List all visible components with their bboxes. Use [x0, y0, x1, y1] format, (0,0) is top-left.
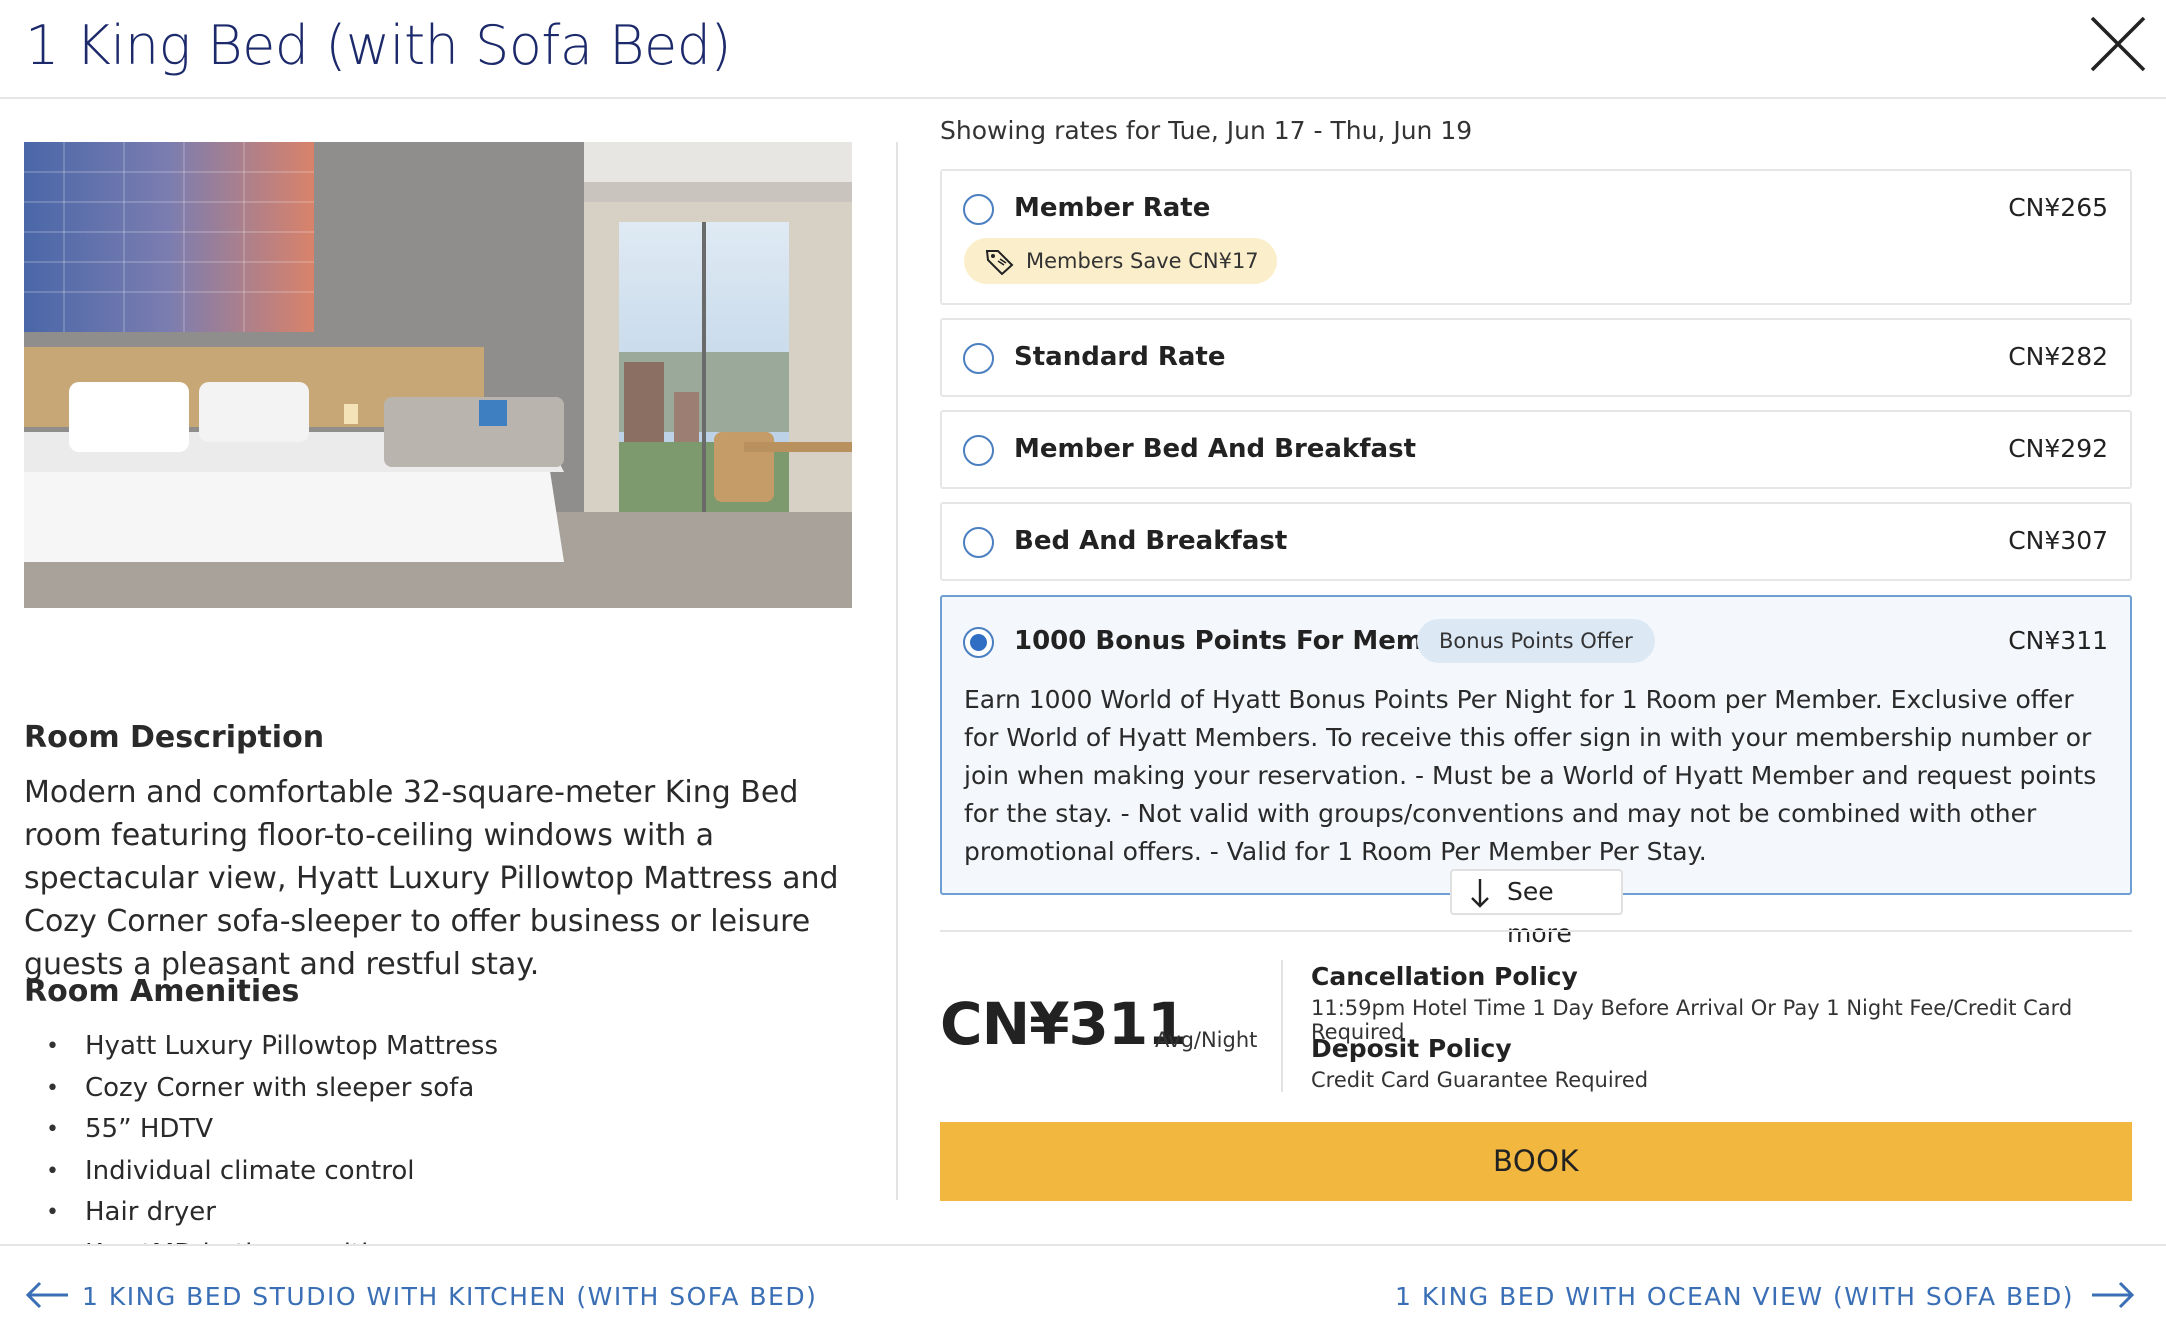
- total-price: CN¥311: [940, 990, 1188, 1058]
- list-item: Individual climate control: [24, 1151, 854, 1193]
- room-description: Modern and comfortable 32-square-meter K…: [24, 775, 839, 982]
- deposit-policy-text: Credit Card Guarantee Required: [1311, 1068, 1649, 1092]
- rate-price: CN¥307: [2008, 526, 2108, 555]
- rate-radio[interactable]: [963, 527, 994, 558]
- rate-description: Earn 1000 World of Hyatt Bonus Points Pe…: [964, 685, 2097, 866]
- room-title: 1 King Bed (with Sofa Bed): [25, 14, 732, 77]
- rate-price: CN¥282: [2008, 342, 2108, 371]
- rate-option-member-bed-and-breakfast[interactable]: Member Bed And Breakfast CN¥292: [940, 410, 2132, 489]
- column-divider: [896, 142, 898, 1200]
- members-save-text: Members Save CN¥17: [1026, 249, 1259, 273]
- previous-room-link[interactable]: 1 KING BED STUDIO WITH KITCHEN (WITH SOF…: [82, 1282, 817, 1311]
- room-description-heading: Room Description: [24, 720, 325, 755]
- deposit-policy-title: Deposit Policy: [1311, 1034, 1512, 1063]
- list-item: Hair dryer: [24, 1192, 854, 1234]
- arrow-down-icon: [1471, 879, 1489, 908]
- list-item: Hyatt Luxury Pillowtop Mattress: [24, 1026, 854, 1068]
- close-button[interactable]: [2086, 12, 2150, 76]
- rate-name: Standard Rate: [1014, 342, 1226, 372]
- tag-icon: [985, 250, 1014, 275]
- bonus-points-badge: Bonus Points Offer: [1417, 619, 1655, 663]
- see-more-label: See more: [1507, 877, 1572, 948]
- rate-radio[interactable]: [963, 194, 994, 225]
- rates-date-range: Showing rates for Tue, Jun 17 - Thu, Jun…: [940, 116, 1473, 145]
- rate-radio[interactable]: [963, 343, 994, 374]
- room-navigation-footer: 1 KING BED STUDIO WITH KITCHEN (WITH SOF…: [0, 1244, 2166, 1342]
- rate-name: Bed And Breakfast: [1014, 526, 1288, 556]
- rate-price: CN¥265: [2008, 193, 2108, 222]
- amenities-list: Hyatt Luxury Pillowtop Mattress Cozy Cor…: [24, 1026, 854, 1244]
- members-save-badge: Members Save CN¥17: [964, 238, 1277, 284]
- rate-option-bonus-points[interactable]: 1000 Bonus Points For Members Bonus Poin…: [940, 595, 2132, 895]
- room-details[interactable]: Room Description Modern and comfortable …: [0, 700, 880, 1244]
- close-icon[interactable]: [2086, 12, 2150, 76]
- modal-header: 1 King Bed (with Sofa Bed): [0, 0, 2166, 99]
- see-more-button[interactable]: See more: [1450, 869, 1623, 948]
- rate-option-member-rate[interactable]: Member Rate CN¥265 Members Save CN¥17: [940, 169, 2132, 305]
- book-button[interactable]: BOOK: [940, 1122, 2132, 1201]
- room-photo: [24, 142, 852, 608]
- arrow-left-icon[interactable]: [24, 1279, 70, 1311]
- list-item: Cozy Corner with sleeper sofa: [24, 1068, 854, 1110]
- policy-divider: [1281, 960, 1283, 1092]
- next-room-link[interactable]: 1 KING BED WITH OCEAN VIEW (WITH SOFA BE…: [1395, 1282, 2074, 1311]
- rate-price: CN¥292: [2008, 434, 2108, 463]
- room-amenities-heading: Room Amenities: [24, 974, 300, 1009]
- avg-night-label: Avg/Night: [1155, 1028, 1258, 1052]
- summary-divider: [940, 930, 2132, 932]
- rate-price: CN¥311: [2008, 626, 2108, 655]
- rate-name: Member Rate: [1014, 193, 1211, 223]
- arrow-right-icon[interactable]: [2090, 1279, 2136, 1311]
- list-item: KrystMD bath amenities: [24, 1234, 854, 1245]
- rate-name: Member Bed And Breakfast: [1014, 434, 1416, 464]
- rate-option-standard-rate[interactable]: Standard Rate CN¥282: [940, 318, 2132, 397]
- rate-option-bed-and-breakfast[interactable]: Bed And Breakfast CN¥307: [940, 502, 2132, 581]
- rate-radio[interactable]: [963, 435, 994, 466]
- rate-radio-selected[interactable]: [963, 627, 994, 658]
- list-item: 55” HDTV: [24, 1109, 854, 1151]
- cancellation-policy-title: Cancellation Policy: [1311, 962, 1578, 991]
